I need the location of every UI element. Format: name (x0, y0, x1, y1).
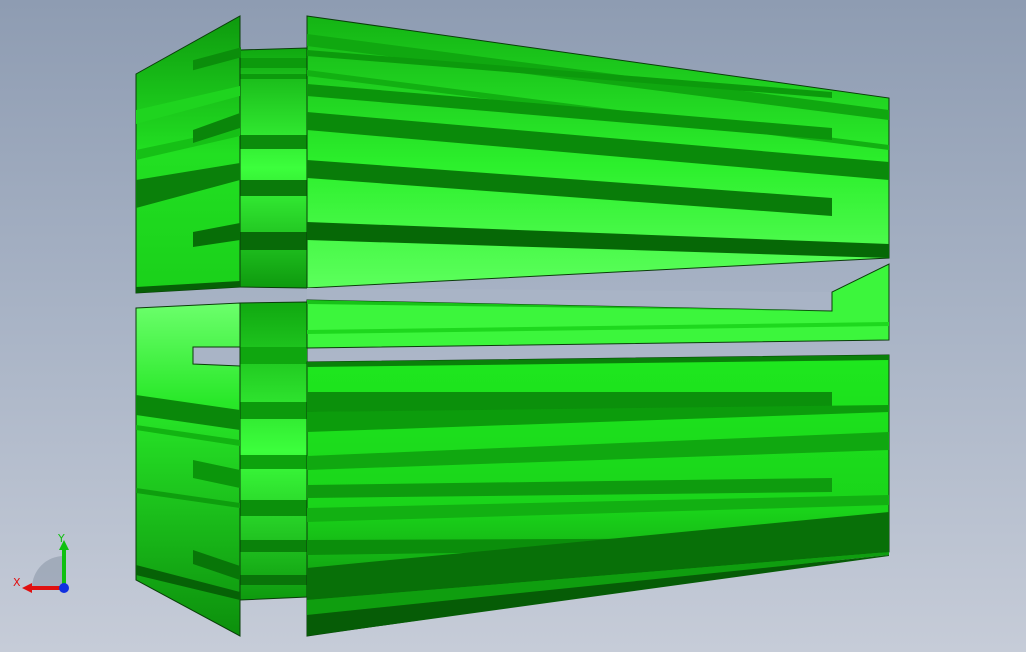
y-axis-label: Y (57, 532, 65, 545)
left-segment-bottom (135, 302, 241, 637)
middle-band-top (239, 47, 308, 289)
middle-band-bottom (239, 301, 308, 601)
orientation-triad: X Y (13, 532, 69, 593)
left-segment-top (135, 15, 241, 294)
right-segment-top (306, 15, 890, 289)
collet-model[interactable] (0, 0, 1026, 652)
z-axis-dot (59, 583, 69, 593)
right-segment-bottom (306, 354, 890, 637)
x-axis-label: X (13, 576, 21, 589)
graphics-viewport[interactable]: X Y (0, 0, 1026, 652)
middle-band (239, 47, 308, 601)
triad-quadrant (32, 556, 64, 588)
